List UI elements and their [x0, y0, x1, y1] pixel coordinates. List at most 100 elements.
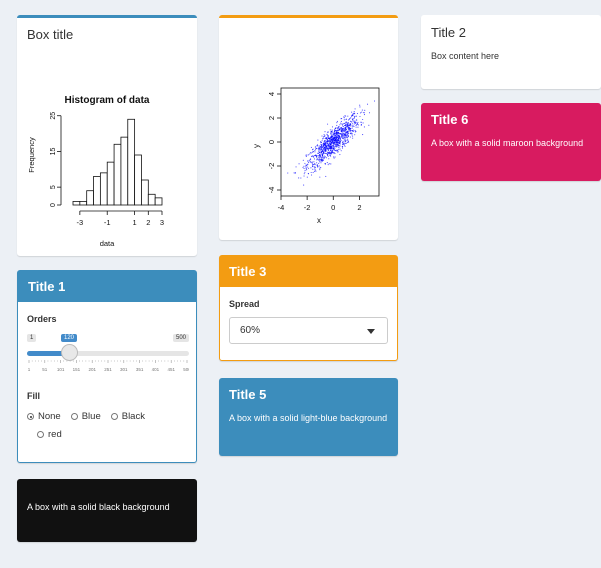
scatter-point [326, 133, 328, 135]
scatter-point [309, 160, 311, 163]
scatter-point [345, 115, 347, 117]
scatter-point [344, 129, 346, 131]
scatter-point [325, 138, 327, 140]
scatter-point [320, 146, 322, 148]
scatter-point [336, 120, 338, 122]
scatter-point [361, 109, 363, 111]
scatter-point [352, 112, 354, 115]
box-title: Title 6 [431, 112, 469, 127]
scatter-point [359, 106, 361, 108]
scatter-point [320, 141, 322, 144]
slider-tick-label: 401 [152, 367, 160, 372]
scatter-point [352, 119, 354, 121]
scatter-point [357, 124, 359, 126]
radio-red[interactable]: red [37, 429, 62, 440]
scatter-point [338, 134, 340, 136]
box-content: A box with a solid black background [27, 502, 170, 512]
scatter-point [323, 135, 325, 137]
scatter-point [331, 135, 333, 137]
scatter-point [332, 132, 334, 134]
scatter-point [333, 157, 335, 159]
scatter-point [355, 124, 357, 126]
scatter-point [334, 149, 336, 151]
spread-select[interactable]: 60% [229, 317, 388, 344]
scatter-point [328, 145, 330, 147]
slider-tick-label: 1 [28, 367, 31, 372]
scatter-point [347, 122, 349, 124]
scatter-point [355, 122, 357, 124]
box-content: A box with a solid light-blue background [229, 413, 388, 423]
radio-circle-icon[interactable] [110, 413, 118, 420]
radio-blue[interactable]: Blue [70, 411, 101, 422]
scatter-point [323, 157, 325, 159]
radio-none[interactable]: None [27, 411, 61, 422]
scatter-point [327, 141, 330, 143]
scatter-point [353, 123, 355, 125]
scatter-point [315, 154, 317, 157]
histogram-box: Box title Histogram of data 0 5 15 25 Frequen… [17, 15, 197, 256]
scatter-point [336, 142, 338, 144]
scatter-point [311, 155, 313, 157]
scatter-point [352, 129, 354, 131]
histogram-bar [93, 176, 101, 206]
scatter-point [338, 146, 340, 149]
scatter-point [333, 148, 335, 150]
scatter-point [342, 144, 344, 146]
slider-tick-label: 101 [57, 367, 65, 372]
scatter-point [295, 166, 297, 168]
scatter-point [349, 128, 351, 130]
scatter-point [328, 151, 331, 153]
scatter-point [337, 127, 339, 129]
histogram-bar [113, 143, 122, 206]
scatter-point [351, 129, 353, 132]
scatter-point [327, 137, 329, 139]
scatter-point [351, 127, 353, 129]
scatter-point [342, 137, 344, 140]
scatter-point [339, 128, 341, 130]
scatter-point [317, 155, 320, 157]
scatter-point [344, 142, 346, 144]
fill-radio-group: None Blue Black red [27, 411, 192, 440]
histogram-bar [106, 161, 115, 206]
orders-slider[interactable]: 1 120 500 151101151201251301351401451500 [27, 331, 189, 379]
scatter-point [345, 131, 347, 133]
scatter-point [337, 138, 339, 140]
scatter-point [306, 169, 308, 171]
scatter-point [322, 146, 324, 148]
y-tick-label: 15 [50, 147, 57, 155]
scatter-point [329, 137, 331, 139]
slider-handle[interactable] [61, 344, 78, 361]
scatter-point [354, 131, 356, 133]
scatter-point [344, 145, 346, 147]
title1-box: Title 1 Orders 1 120 500 1 51 101 151 201 251… [17, 270, 197, 463]
scatter-point [320, 140, 322, 143]
scatter-point [317, 152, 319, 154]
scatter-point [305, 155, 307, 157]
y-axis-label: y [252, 144, 261, 148]
scatter-point [341, 141, 344, 144]
scatter-point [337, 129, 339, 131]
scatter-point [314, 166, 317, 168]
scatter-point [335, 136, 338, 138]
scatter-point [324, 149, 326, 152]
scatter-point [321, 140, 323, 142]
scatter-point [347, 124, 349, 126]
radio-circle-icon[interactable] [37, 431, 44, 438]
scatter-point [335, 140, 338, 142]
scatter-point [303, 165, 305, 167]
scatter-point [315, 146, 317, 148]
scatter-point [339, 153, 341, 156]
slider-max-label: 500 [172, 334, 189, 342]
radio-circle-icon[interactable] [27, 413, 34, 420]
scatter-point [351, 111, 353, 113]
scatter-point [303, 184, 305, 186]
scatter-point [351, 123, 353, 125]
scatter-point [317, 148, 319, 150]
scatter-point [336, 127, 338, 129]
radio-black[interactable]: Black [110, 411, 145, 422]
x-tick-label: -3 [77, 218, 84, 227]
scatter-point [308, 159, 311, 161]
scatter-point [336, 141, 339, 143]
radio-circle-icon[interactable] [70, 413, 78, 420]
scatter-point [325, 146, 327, 148]
